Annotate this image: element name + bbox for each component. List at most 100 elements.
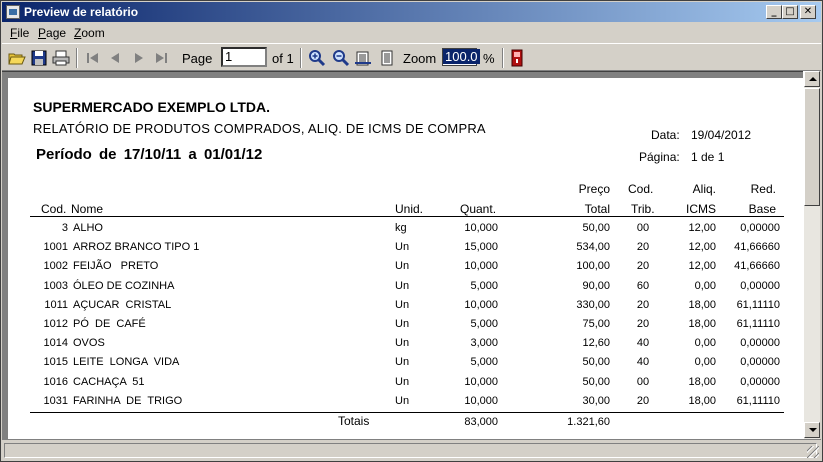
minimize-button[interactable]: _: [766, 5, 782, 19]
page-number-input[interactable]: 1: [221, 47, 267, 67]
title-bar[interactable]: Preview de relatório _ □ ✕: [2, 2, 821, 22]
cell-nome: ARROZ BRANCO TIPO 1: [73, 241, 200, 253]
page-number-value: 1: [225, 49, 233, 64]
cell-quant: 5,000: [470, 356, 498, 368]
cell-red: 0,00000: [740, 356, 780, 368]
cell-cod: 3: [61, 222, 68, 234]
maximize-button[interactable]: □: [782, 5, 798, 19]
close-button[interactable]: ✕: [800, 5, 816, 19]
page-label: Page: [182, 51, 213, 66]
cell-cod: 1031: [43, 395, 68, 407]
print-icon[interactable]: [52, 49, 70, 67]
preview-window: Preview de relatório _ □ ✕ File Page Zoo…: [0, 0, 823, 462]
zoom-in-icon[interactable]: [308, 49, 326, 67]
cell-quant: 10,000: [464, 222, 498, 234]
resize-grip-icon[interactable]: [807, 446, 819, 458]
status-panel: [4, 443, 817, 458]
next-page-icon[interactable]: [130, 49, 148, 67]
cell-quant: 10,000: [464, 395, 498, 407]
menu-zoom[interactable]: Zoom: [74, 26, 105, 40]
cell-quant: 10,000: [464, 299, 498, 311]
cell-preco: 75,00: [582, 318, 610, 330]
date-value: 19/04/2012: [691, 128, 752, 142]
cell-trib: 00: [636, 376, 650, 388]
cell-trib: 20: [636, 299, 650, 311]
save-icon[interactable]: [30, 49, 48, 67]
toolbar: Page 1 of 1 Zoom 100.0 %: [2, 43, 821, 71]
page-info-value: 1 de 1: [691, 150, 725, 164]
fit-width-icon[interactable]: [354, 49, 372, 67]
zoom-percent-label: %: [483, 51, 495, 66]
menu-page[interactable]: Page: [38, 26, 66, 40]
zoom-value: 100.0: [443, 49, 480, 64]
zoom-out-icon[interactable]: [332, 49, 350, 67]
header-preco-bottom: Total: [584, 202, 610, 216]
cell-unid: Un: [395, 356, 410, 368]
cell-nome: ÓLEO DE COZINHA: [73, 280, 175, 292]
scroll-up-icon: [809, 77, 817, 81]
header-preco-top: Preço: [578, 182, 610, 196]
cell-cod: 1014: [43, 337, 68, 349]
cell-quant: 5,000: [470, 280, 498, 292]
zoom-label: Zoom: [403, 51, 437, 66]
page-count-label: of 1: [272, 51, 294, 66]
totals-label: Totais: [338, 414, 370, 428]
totals-divider: [30, 412, 784, 413]
maximize-icon: □: [785, 6, 795, 17]
zoom-input[interactable]: 100.0: [442, 48, 480, 66]
header-codtrib-bottom: Trib.: [631, 202, 655, 216]
cell-quant: 10,000: [464, 260, 498, 272]
cell-cod: 1002: [43, 260, 68, 272]
cell-trib: 40: [636, 356, 650, 368]
cell-quant: 3,000: [470, 337, 498, 349]
cell-preco: 534,00: [576, 241, 610, 253]
header-aliq-bottom: ICMS: [686, 202, 716, 216]
scroll-down-button[interactable]: [804, 422, 820, 438]
cell-red: 41,66660: [734, 241, 780, 253]
open-icon[interactable]: [8, 49, 26, 67]
page-info-label: Página:: [639, 150, 680, 164]
totals-preco: 1.321,60: [567, 416, 610, 428]
cell-nome: FARINHA DE TRIGO: [73, 395, 183, 407]
period-label: Período de: [36, 146, 117, 163]
toolbar-separator: [300, 48, 302, 68]
cell-trib: 20: [636, 241, 650, 253]
scrollbar-thumb[interactable]: [804, 88, 820, 206]
cell-unid: Un: [395, 318, 410, 330]
cell-unid: Un: [395, 299, 410, 311]
cell-unid: Un: [395, 241, 410, 253]
close-icon: ✕: [803, 6, 813, 17]
header-cod: Cod.: [41, 202, 67, 216]
header-unid: Unid.: [395, 202, 424, 216]
cell-red: 41,66660: [734, 260, 780, 272]
prev-page-icon[interactable]: [106, 49, 124, 67]
date-label: Data:: [651, 128, 680, 142]
cell-cod: 1016: [43, 376, 68, 388]
last-page-icon[interactable]: [152, 49, 170, 67]
cell-unid: Un: [395, 376, 410, 388]
cell-trib: 60: [636, 280, 650, 292]
cell-unid: Un: [395, 337, 410, 349]
cell-cod: 1015: [43, 356, 68, 368]
vertical-scrollbar[interactable]: [803, 71, 820, 439]
app-icon: [6, 5, 20, 19]
cell-preco: 12,60: [582, 337, 610, 349]
cell-cod: 1003: [43, 280, 68, 292]
cell-red: 61,11110: [736, 318, 780, 330]
header-divider: [30, 216, 784, 217]
header-codtrib-top: Cod.: [628, 182, 654, 196]
exit-icon[interactable]: [508, 49, 526, 67]
header-aliq-top: Aliq.: [692, 182, 716, 196]
cell-quant: 10,000: [464, 376, 498, 388]
whole-page-icon[interactable]: [378, 49, 396, 67]
cell-nome: FEIJÃO PRETO: [73, 260, 159, 272]
cell-quant: 5,000: [470, 318, 498, 330]
menu-file[interactable]: File: [10, 26, 29, 40]
period-line: Período de 17/10/11 a 01/01/12: [36, 146, 262, 163]
cell-nome: LEITE LONGA VIDA: [73, 356, 180, 368]
scroll-up-button[interactable]: [804, 71, 820, 87]
first-page-icon[interactable]: [84, 49, 102, 67]
cell-trib: 40: [636, 337, 650, 349]
preview-area[interactable]: SUPERMERCADO EXEMPLO LTDA. RELATÓRIO DE …: [2, 71, 803, 439]
status-bar: [2, 439, 821, 460]
